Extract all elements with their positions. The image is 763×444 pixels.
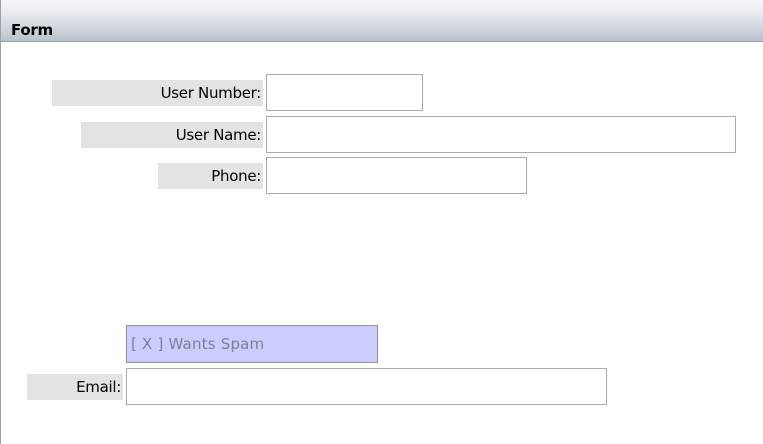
form-title: Form bbox=[11, 21, 53, 39]
email-label: Email: bbox=[27, 374, 123, 400]
user-name-input[interactable] bbox=[266, 116, 736, 153]
phone-label: Phone: bbox=[158, 163, 263, 189]
email-input[interactable] bbox=[126, 368, 607, 405]
form-header: Form bbox=[1, 0, 763, 42]
user-number-label: User Number: bbox=[52, 80, 263, 106]
user-number-input[interactable] bbox=[266, 74, 423, 111]
form-window: Form User Number: User Name: Phone: [ X … bbox=[0, 0, 763, 444]
phone-input[interactable] bbox=[266, 157, 527, 194]
user-name-label: User Name: bbox=[81, 122, 263, 148]
wants-spam-checkbox[interactable]: [ X ] Wants Spam bbox=[126, 325, 378, 363]
